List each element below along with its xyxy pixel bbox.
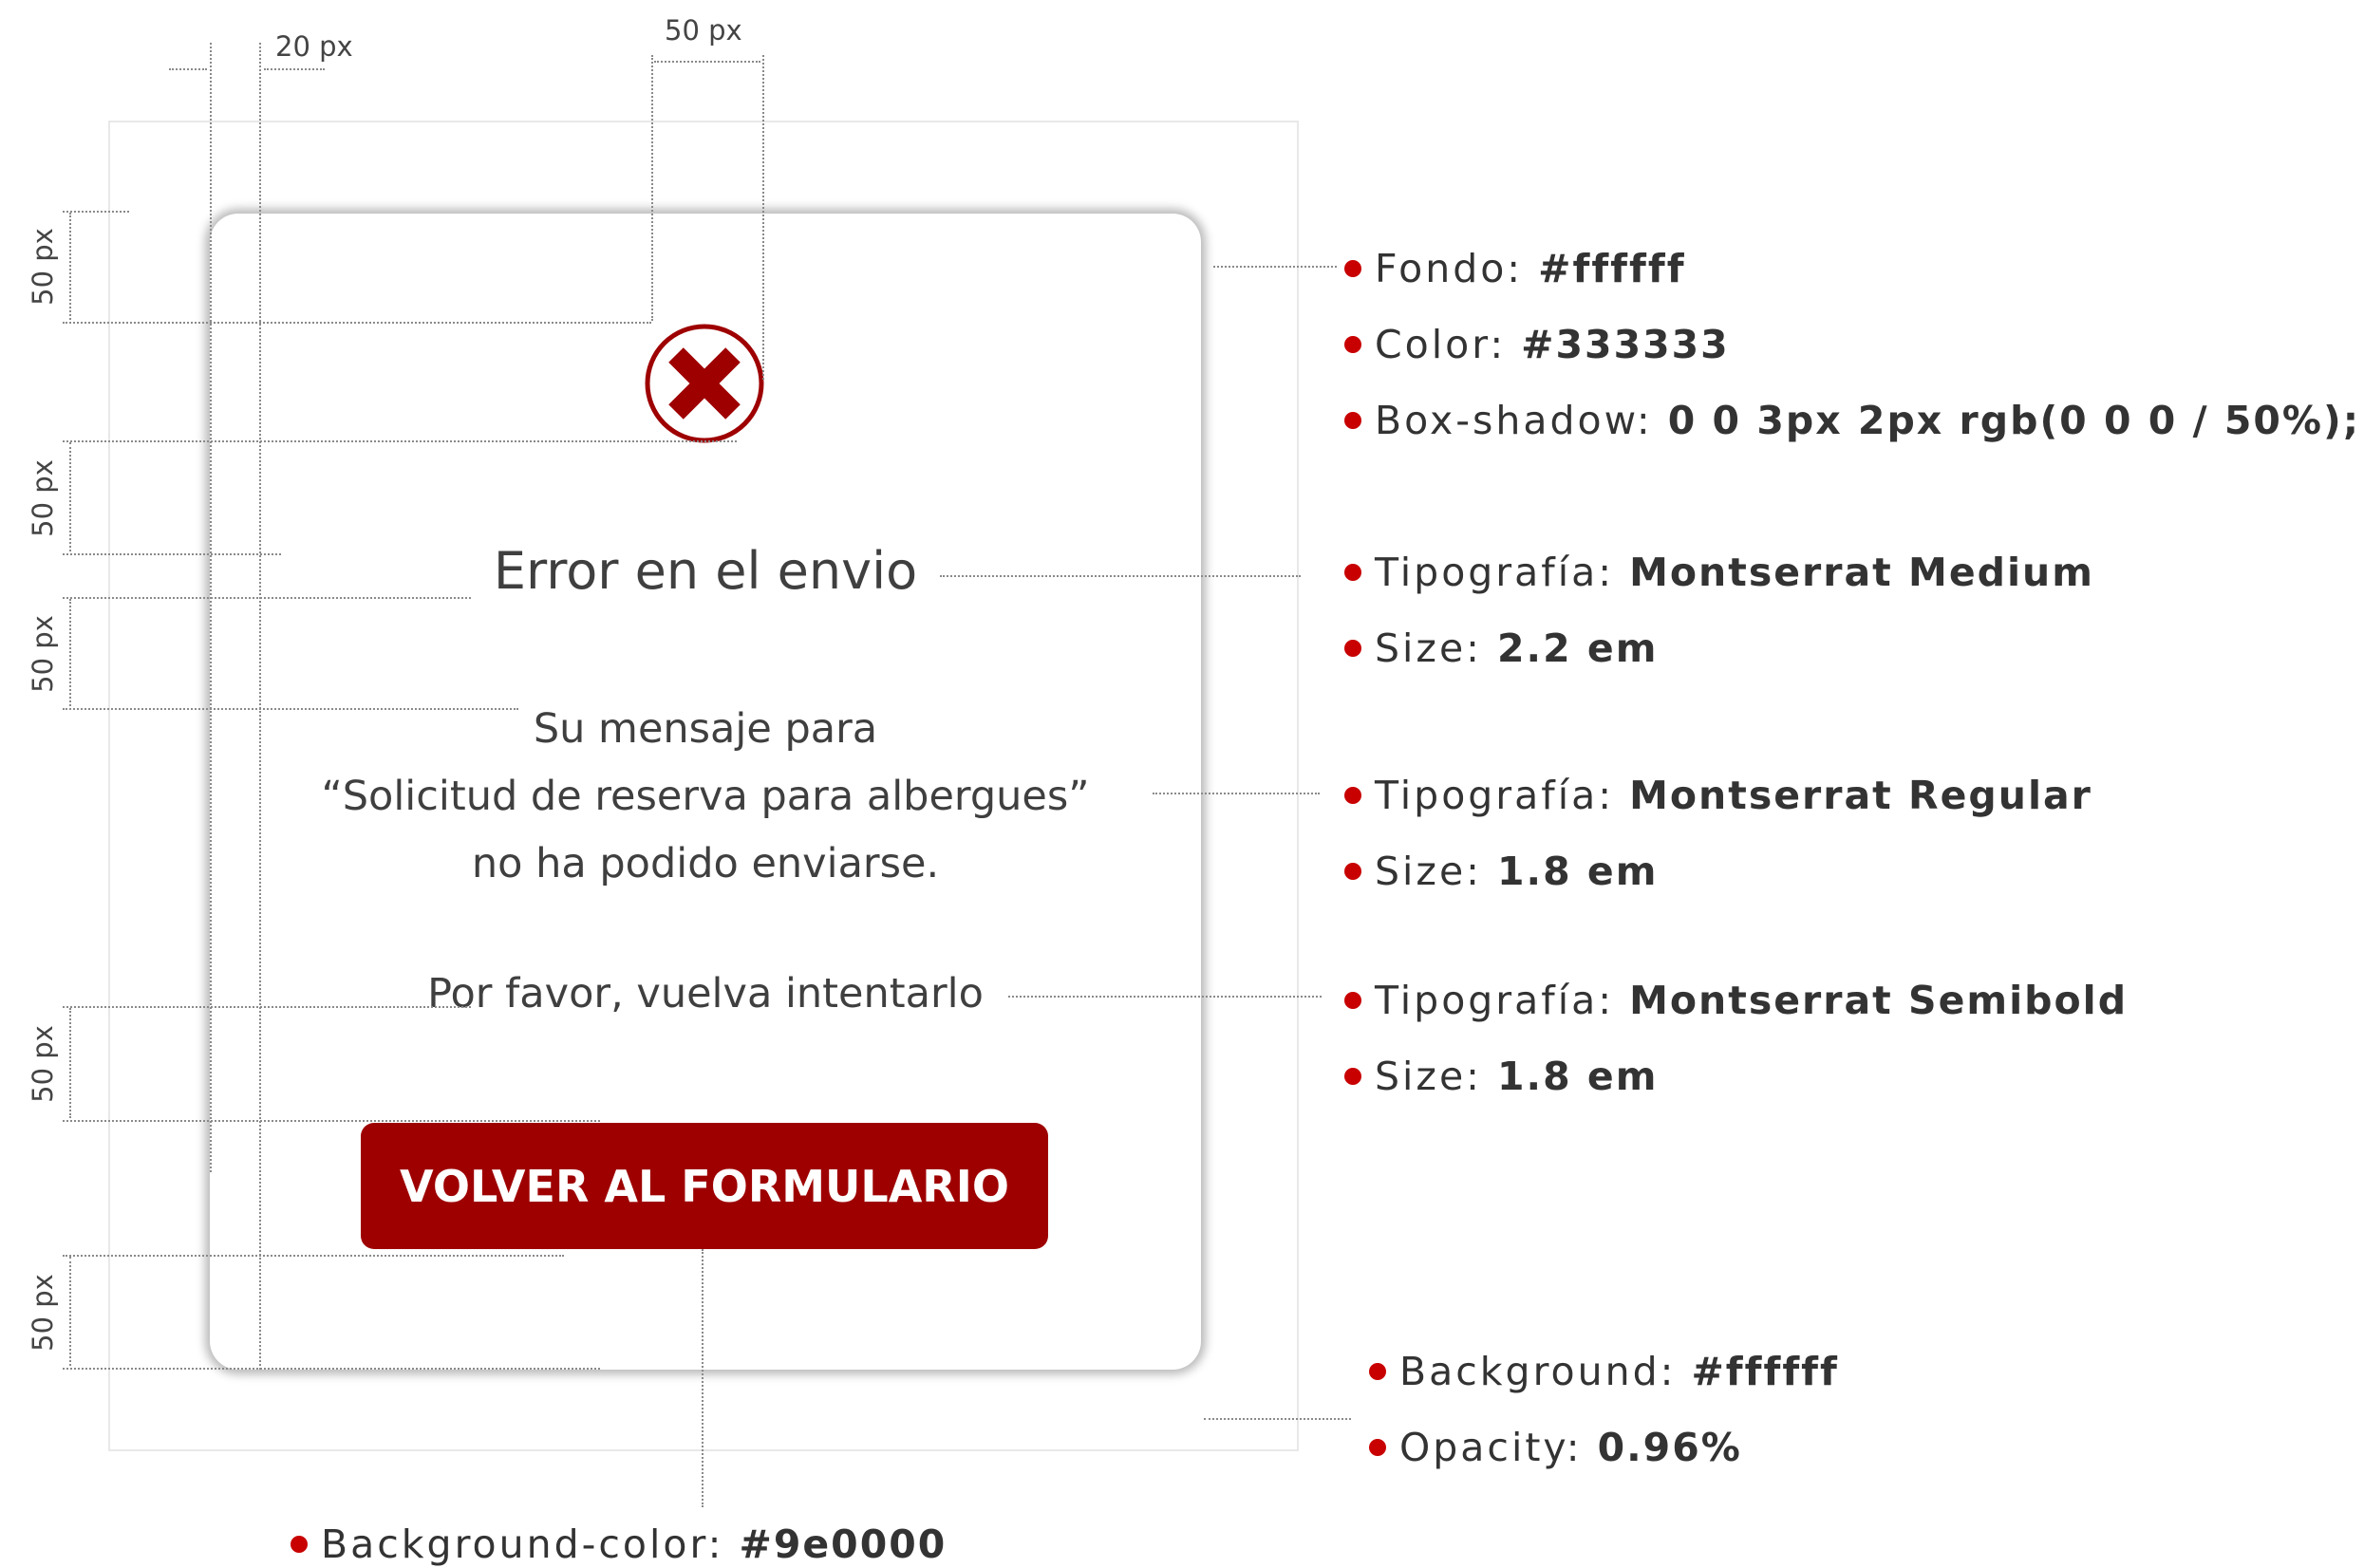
- dim-guide: [69, 1008, 71, 1118]
- spec-title-font: Tipografía: Montserrat Medium: [1344, 549, 2094, 596]
- bullet-icon: [1344, 992, 1361, 1009]
- bullet-icon: [1344, 260, 1361, 277]
- dim-guide: [762, 55, 764, 380]
- dim-guide: [63, 211, 129, 213]
- dim-label-vgap: 50 px: [26, 1025, 59, 1103]
- spec-card-color: Color: #333333: [1344, 321, 1730, 368]
- dim-label-vgap: 50 px: [26, 459, 59, 537]
- spec-message-font: Tipografía: Montserrat Regular: [1344, 772, 2092, 819]
- bullet-icon: [1369, 1439, 1386, 1456]
- spec-button-background: Background-color: #9e0000: [291, 1521, 947, 1568]
- dim-guide: [651, 55, 653, 321]
- dim-guide: [69, 213, 71, 320]
- dim-guide: [63, 1120, 600, 1122]
- spec-overlay-background: Background: #ffffff: [1369, 1348, 1839, 1395]
- bullet-icon: [1344, 412, 1361, 429]
- bullet-icon: [1344, 1068, 1361, 1085]
- dim-guide: [210, 43, 212, 1172]
- dim-guide: [169, 68, 207, 70]
- spec-card-background: Fondo: #ffffff: [1344, 245, 1686, 292]
- dim-guide: [63, 1368, 600, 1370]
- dim-guide: [63, 322, 651, 324]
- bullet-icon: [1344, 640, 1361, 657]
- message-line: “Solicitud de reserva para albergues”: [321, 773, 1090, 820]
- bullet-icon: [1344, 564, 1361, 581]
- leader-line: [702, 1249, 704, 1507]
- bullet-icon: [1344, 787, 1361, 804]
- dim-label-vgap: 50 px: [26, 1274, 59, 1352]
- spec-title-size: Size: 2.2 em: [1344, 625, 1658, 672]
- dim-guide: [69, 1257, 71, 1366]
- bullet-icon: [291, 1536, 308, 1553]
- modal-message: Su mensaje para “Solicitud de reserva pa…: [210, 696, 1201, 898]
- bullet-icon: [1369, 1363, 1386, 1380]
- spec-retry-size: Size: 1.8 em: [1344, 1053, 1658, 1100]
- dim-guide: [63, 440, 737, 442]
- dim-label-vgap: 50 px: [26, 615, 59, 693]
- leader-line: [1204, 1418, 1351, 1420]
- leader-line: [940, 575, 1301, 577]
- bullet-icon: [1344, 863, 1361, 880]
- message-line: Su mensaje para: [533, 705, 878, 753]
- leader-line: [1213, 266, 1337, 268]
- close-circle-icon: [645, 324, 764, 443]
- leader-line: [1153, 793, 1320, 794]
- dim-label-icon: 50 px: [665, 14, 742, 47]
- bullet-icon: [1344, 336, 1361, 353]
- dim-guide: [264, 68, 325, 70]
- dim-guide: [63, 1255, 564, 1257]
- dim-label-gap: 20 px: [275, 30, 353, 63]
- dim-guide: [63, 597, 471, 599]
- dim-guide: [63, 553, 281, 555]
- spec-retry-font: Tipografía: Montserrat Semibold: [1344, 977, 2128, 1024]
- dim-guide: [69, 442, 71, 551]
- message-line: no ha podido enviarse.: [471, 840, 940, 887]
- spec-overlay-opacity: Opacity: 0.96%: [1369, 1424, 1742, 1471]
- dim-guide: [654, 61, 760, 63]
- retry-text: Por favor, vuelva intentarlo: [427, 970, 984, 1017]
- dim-guide: [69, 599, 71, 706]
- dim-label-vgap: 50 px: [26, 228, 59, 306]
- back-to-form-button[interactable]: VOLVER AL FORMULARIO: [361, 1123, 1048, 1249]
- spec-card-shadow: Box-shadow: 0 0 3px 2px rgb(0 0 0 / 50%)…: [1344, 397, 2360, 444]
- dim-guide: [259, 43, 261, 1370]
- dim-guide: [63, 1006, 471, 1008]
- dim-guide: [63, 708, 518, 710]
- leader-line: [1008, 996, 1322, 998]
- spec-message-size: Size: 1.8 em: [1344, 848, 1658, 895]
